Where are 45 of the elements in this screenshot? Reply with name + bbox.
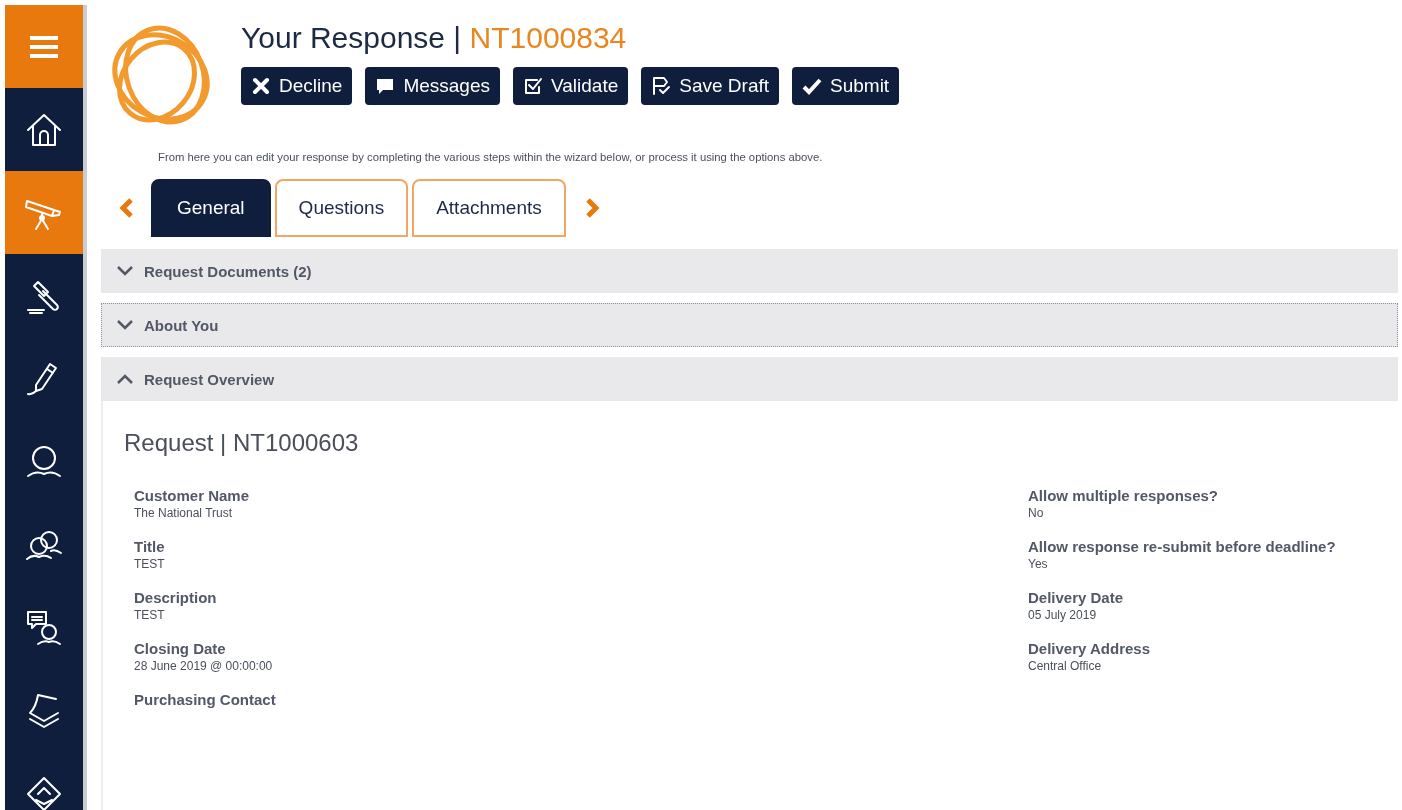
- save-draft-icon: [651, 76, 672, 96]
- action-button[interactable]: Submit: [792, 67, 900, 105]
- field-label: Delivery Address: [1028, 640, 1151, 657]
- chevron-up-icon: [116, 373, 134, 385]
- checkbox-icon: [523, 76, 543, 96]
- tab[interactable]: Questions: [274, 179, 409, 237]
- page-title: Your Response |: [241, 21, 463, 55]
- intro-text: From here you can edit your response by completing the various steps within the wizard below, or process it using the options above.: [158, 151, 824, 163]
- action-button[interactable]: Validate: [513, 67, 629, 105]
- field-label: Purchasing Contact: [134, 691, 276, 708]
- chevron-left-icon: [119, 197, 135, 219]
- section-header[interactable]: Request Documents (2): [101, 249, 1398, 293]
- tab[interactable]: Attachments: [412, 179, 566, 237]
- section-title: Request Overview: [144, 370, 275, 388]
- section-header[interactable]: Request Overview: [101, 357, 1398, 401]
- request-heading: Request | NT1000603: [124, 429, 360, 457]
- field-value: The National Trust: [134, 506, 234, 520]
- field-label: Allow response re-submit before deadline?: [1028, 538, 1337, 555]
- field-value: 28 June 2019 @ 00:00:00: [134, 659, 274, 673]
- field-value: Central Office: [1028, 659, 1103, 673]
- field-label: Customer Name: [134, 487, 251, 504]
- tab[interactable]: General: [151, 179, 271, 237]
- field-label: Title: [134, 538, 166, 555]
- field-label: Closing Date: [134, 640, 227, 657]
- field-value: TEST: [134, 557, 166, 571]
- speech-bubble-icon: [375, 76, 396, 96]
- action-button[interactable]: Messages: [365, 67, 500, 105]
- section-title: Request Documents (2): [144, 262, 312, 280]
- chevron-down-icon: [116, 319, 134, 331]
- chevron-down-icon: [116, 265, 134, 277]
- field-value: 05 July 2019: [1028, 608, 1098, 622]
- response-number: NT1000834: [469, 21, 627, 55]
- field-value: TEST: [134, 608, 166, 622]
- close-icon: [251, 76, 271, 96]
- section-title: About You: [144, 316, 219, 334]
- action-button[interactable]: Save Draft: [641, 67, 779, 105]
- chevron-right-icon: [583, 197, 600, 219]
- field-label: Description: [134, 589, 218, 606]
- section-header[interactable]: About You: [101, 303, 1398, 347]
- field-label: Delivery Date: [1028, 589, 1125, 606]
- field-label: Allow multiple responses?: [1028, 487, 1220, 504]
- field-value: No: [1028, 506, 1045, 520]
- action-button[interactable]: Decline: [241, 67, 353, 105]
- field-value: Yes: [1028, 557, 1049, 571]
- check-icon: [802, 76, 822, 96]
